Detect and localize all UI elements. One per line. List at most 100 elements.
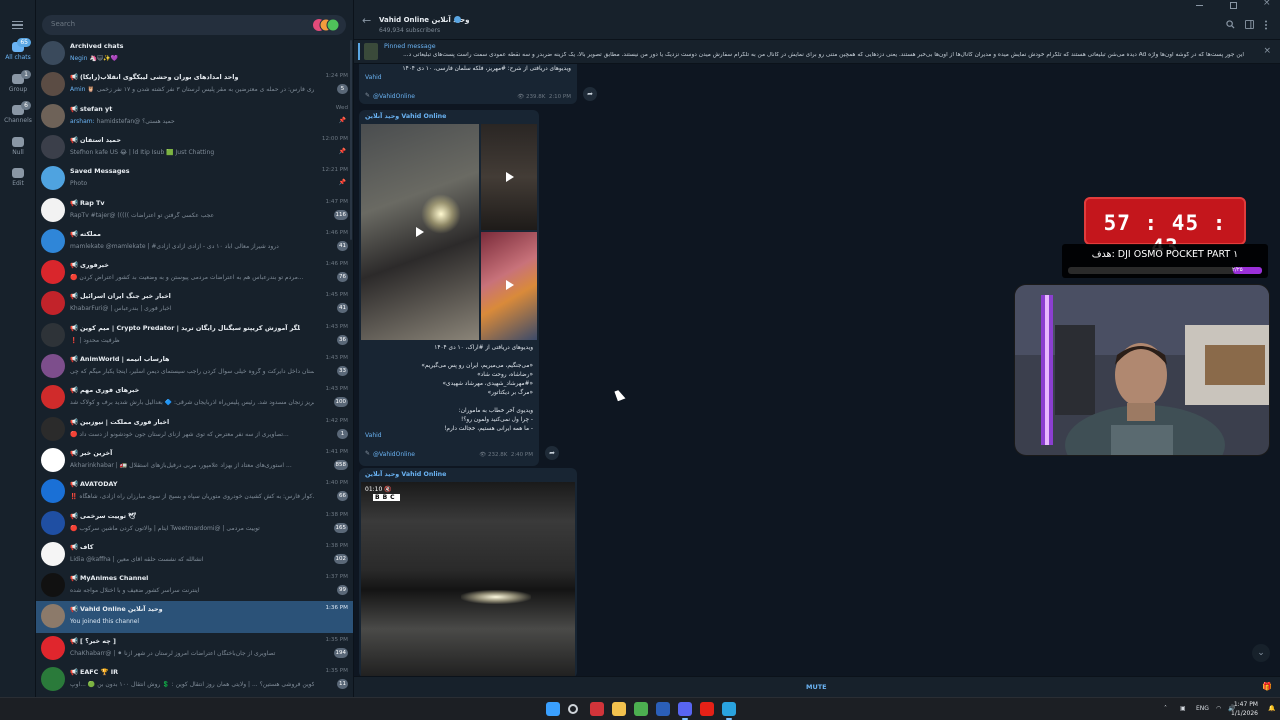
preview-sender: Amin	[70, 86, 86, 94]
rail-item-3[interactable]: Null	[0, 137, 36, 156]
file-explorer-icon[interactable]	[612, 702, 626, 716]
close-window-icon[interactable]: ×	[1263, 0, 1271, 8]
wifi-icon[interactable]: ◠	[1216, 705, 1221, 712]
chat-list-item[interactable]: 📢 واحد امدادهای بوران وحشی لیبکگوی انقلاب…	[36, 69, 353, 100]
megaphone-icon: 📢	[70, 229, 78, 238]
chat-list-item[interactable]: 📢 توییت سرخمی 🕊 🔴 ایتام | والاتون کردن ماش…	[36, 508, 353, 539]
chat-title-text: توییت سرخمی 🕊	[79, 511, 137, 520]
sidebar-toggle-icon[interactable]	[1245, 20, 1254, 29]
video-thumbnail[interactable]	[361, 124, 479, 340]
clock-date[interactable]: 1/1/2026	[1231, 710, 1258, 717]
channel-link[interactable]: @VahidOnline	[373, 93, 415, 100]
back-arrow-icon[interactable]: ←	[362, 14, 371, 27]
chat-title: 📢 توییت سرخمی 🕊	[70, 512, 300, 520]
minimize-icon[interactable]	[1196, 5, 1203, 6]
chat-list-item[interactable]: 📢خبرهای فوری مهم اتوبان تبریز زنجان مسدود…	[36, 382, 353, 413]
chat-list-item[interactable]: 📢 حمید استفان Stefhon kafe US 😂 | ld Itip …	[36, 132, 353, 163]
chat-list-item[interactable]: Saved Messages Photo 12:21 PM 📌	[36, 163, 353, 194]
notification-bell-icon[interactable]: 🔔	[1268, 705, 1275, 712]
unread-badge: 5	[337, 84, 348, 95]
megaphone-icon: 📢	[70, 668, 78, 676]
clock-time[interactable]: 1:47 PM	[1234, 701, 1258, 708]
discord-icon[interactable]	[678, 702, 692, 716]
chat-header: ← Vahid Online وحید آنلاین 649,934 subsc…	[354, 0, 1280, 40]
video-thumbnail[interactable]	[481, 124, 537, 230]
mute-button[interactable]: MUTE	[806, 683, 827, 691]
more-menu-icon[interactable]	[1264, 20, 1268, 30]
chat-list-item[interactable]: 📢AnimWorld | هارساب انیمه سلام دوستان داخ…	[36, 351, 353, 382]
avatar	[41, 416, 65, 441]
message-meta: 👁 239.8K 2:10 PM	[517, 94, 571, 100]
chat-list-item[interactable]: 📢 AVATODAY ‼️ کوار فارس: به کش کشیدن خودرو…	[36, 476, 353, 507]
preview-text: 🔴 مردم تو بندرعباس هم به اعتراضات مردمی …	[70, 274, 304, 282]
channel-link[interactable]: @VahidOnline	[373, 451, 415, 458]
forward-button[interactable]: ➦	[545, 446, 559, 460]
chat-list-item[interactable]: 📢 اخبار فوری مملکت | نیوزبین 🔴 تصاویری از …	[36, 414, 353, 445]
chat-list-item[interactable]: 📢 EAFC 🏆 IR آماده کوین فروشی هستین؟ ... | …	[36, 664, 353, 695]
chat-title-text: واحد امدادهای بوران وحشی لیبکگوی انقلاب(…	[79, 73, 239, 82]
chat-list-item[interactable]: 📢 Vahid Online وحید آنلاین You joined this…	[36, 601, 353, 633]
chat-list-item[interactable]: 📢 خبرفوری 🔴 مردم تو بندرعباس هم به اعتراضا…	[36, 257, 353, 288]
play-icon[interactable]	[416, 227, 424, 237]
chat-list-item[interactable]: 📢 اخبار خبر جنگ ایران اسرائیل KhabarFuri@ …	[36, 288, 353, 319]
chat-list-item[interactable]: 📢[ چه خبر؟ ] ChaKhabarr@ | ⚫ تصاویری از ج…	[36, 633, 353, 664]
message-signature: Vahid	[365, 432, 382, 439]
rail-item-0[interactable]: 65 All chats	[0, 38, 36, 61]
app-red-icon[interactable]	[590, 702, 604, 716]
chrome-icon[interactable]	[634, 702, 648, 716]
telegram-icon[interactable]	[722, 702, 736, 716]
video-thumbnail[interactable]	[481, 232, 537, 340]
message-bubble[interactable]: ویدیوهای دریافتی از شرح: #مهریز، فلکه سل…	[359, 64, 577, 104]
forward-button[interactable]: ➦	[583, 87, 597, 101]
stories-icon[interactable]	[312, 18, 340, 32]
rail-label: Null	[12, 149, 24, 156]
chat-list-item[interactable]: 📢 MyAnimes Channel اینترنت سراسر کشور ضعیف…	[36, 570, 353, 601]
word-icon[interactable]	[656, 702, 670, 716]
youtube-icon[interactable]	[700, 702, 714, 716]
message-author[interactable]: وحید آنلاین Vahid Online	[365, 471, 446, 478]
megaphone-icon: 📢	[70, 417, 78, 426]
chat-list-item[interactable]: 📢 stefan yt arsham: hamidstefan@ حمید هستی؟…	[36, 101, 353, 132]
avatar	[41, 541, 65, 566]
chat-list-item[interactable]: 📢 مملکته mamlekate @mamlekate | #درود شیرا…	[36, 226, 353, 257]
windows-start-icon[interactable]	[546, 702, 560, 716]
video-player[interactable]: 01:10 🔇 BBC	[361, 482, 575, 676]
message-bubble[interactable]: وحید آنلاین Vahid Online ویدیوهای دریافت…	[359, 110, 539, 466]
search-icon[interactable]	[1226, 20, 1235, 29]
crowd-lights	[461, 590, 531, 604]
chat-list-item[interactable]: 📢 آخرین خبر Akharinkhabar | 🚛 استوری‌های م…	[36, 445, 353, 476]
chat-title: Saved Messages	[70, 167, 300, 175]
close-pinned-icon[interactable]: ×	[1263, 46, 1271, 56]
rail-item-4[interactable]: Edit	[0, 168, 36, 187]
unread-badge: 194	[333, 647, 348, 658]
message-author[interactable]: وحید آنلاین Vahid Online	[365, 113, 446, 120]
language-indicator[interactable]: ENG	[1196, 705, 1209, 712]
preview-sender: arsham:	[70, 117, 95, 125]
chat-list-item[interactable]: 📢 کاف Lidia @kaffha | انشالله که نشست حلقه…	[36, 539, 353, 570]
hamburger-menu-icon[interactable]	[12, 21, 23, 29]
scroll-down-button[interactable]: ⌄	[1252, 644, 1270, 662]
search-icon[interactable]	[568, 704, 578, 714]
pinned-message-bar[interactable]: Pinned message این جور پست‌ها که در گوشه…	[354, 40, 1280, 64]
search-input[interactable]: Search	[42, 15, 346, 35]
tray-chevron-icon[interactable]: ˄	[1164, 705, 1167, 712]
rail-item-2[interactable]: 6 Channels	[0, 101, 36, 124]
tray-app-icon[interactable]: ▣	[1180, 705, 1186, 712]
chat-time: 1:42 PM	[325, 417, 348, 424]
chat-list-item[interactable]: Archived chats Negin 🦄😺✨💜	[36, 38, 353, 69]
chat-list-item[interactable]: 📢 Rap Tv RapTv #tajer@ ((((( عجب عکسی گرفت…	[36, 195, 353, 226]
play-icon[interactable]	[506, 280, 514, 290]
chat-list-item[interactable]: 📢 میم کوین | Crypto Predator | تحلیلگر آم…	[36, 320, 353, 351]
preview-text: 🔴 تصاویری از سه نفر معترض که توی شهر ازن…	[70, 430, 289, 438]
rail-item-1[interactable]: 1 Group	[0, 70, 36, 93]
chat-time: 1:35 PM	[325, 636, 348, 643]
maximize-icon[interactable]	[1230, 2, 1237, 9]
gift-icon[interactable]: 🎁	[1262, 682, 1272, 691]
avatar	[41, 447, 65, 472]
unread-badge: 11	[337, 679, 348, 689]
bbc-logo: BBC	[373, 494, 400, 501]
avatar	[41, 322, 65, 347]
message-bubble[interactable]: وحید آنلاین Vahid Online 01:10 🔇 BBC	[359, 468, 577, 676]
play-icon[interactable]	[506, 172, 514, 182]
chat-preview: ❗ | ظرفیت محدود	[70, 337, 314, 344]
